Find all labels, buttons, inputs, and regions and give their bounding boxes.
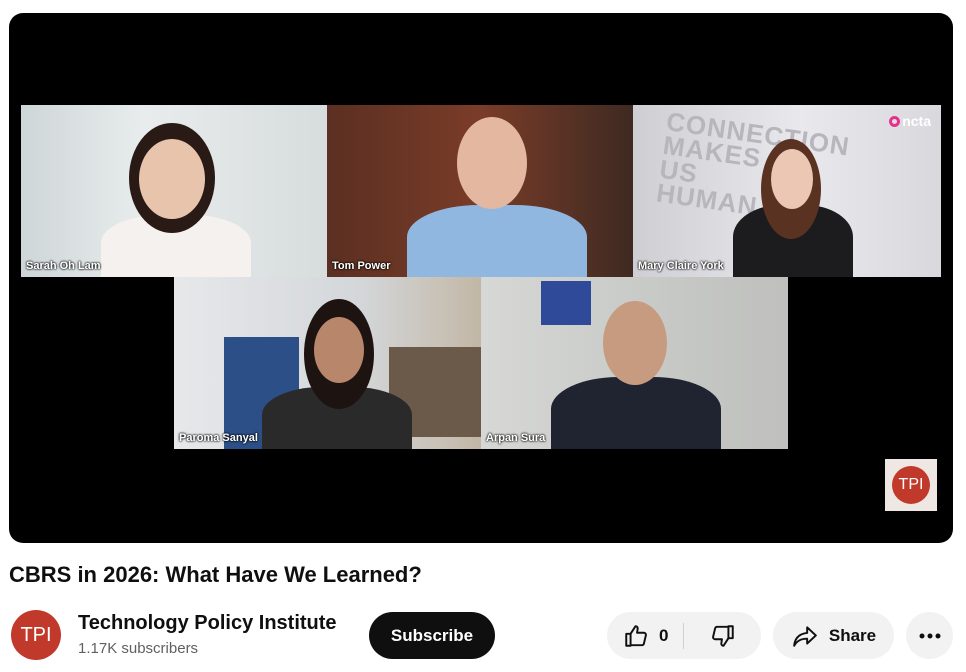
participant-name-label: Paroma Sanyal [179,432,258,444]
participant-tile-paroma-sanyal: Paroma Sanyal [174,277,481,449]
participant-face [771,149,813,209]
participant-tile-tom-power: Tom Power [327,105,633,277]
share-label: Share [828,625,877,645]
channel-avatar[interactable]: TPI [11,610,61,660]
ncta-logo: ncta [889,113,931,129]
participant-name-label: Mary Claire York [638,260,724,272]
participant-face [457,117,527,209]
like-dislike-group: 0 [607,612,761,659]
share-button[interactable]: Share [773,612,894,659]
participant-face [314,317,364,383]
thumbs-up-icon [623,623,649,649]
subscriber-count: 1.17K subscribers [78,640,199,657]
participant-figure [551,377,721,449]
video-title: CBRS in 2026: What Have We Learned? [9,562,422,587]
ncta-logo-text: ncta [902,113,931,129]
ncta-mark-icon [889,115,901,127]
video-player[interactable]: Sarah Oh Lam Tom Power CONNECTION MAKES … [9,13,953,543]
participant-tile-mary-claire-york: CONNECTION MAKES US HUMAN ncta Mary Clai… [633,105,941,277]
participant-face [139,139,205,219]
dislike-button[interactable] [684,612,761,659]
participant-name-label: Tom Power [332,260,391,272]
more-icon [919,633,941,639]
like-count: 0 [659,625,669,645]
participant-name-label: Arpan Sura [486,432,546,444]
participant-face [603,301,667,385]
subscribe-button[interactable]: Subscribe [369,612,495,659]
tpi-watermark-logo: TPI [892,466,930,504]
tpi-watermark: TPI [885,459,937,511]
more-actions-button[interactable] [906,612,953,659]
share-icon [791,623,819,649]
thumbs-down-icon [710,623,736,649]
channel-name[interactable]: Technology Policy Institute [78,612,337,635]
participant-tile-arpan-sura: Arpan Sura [481,277,788,449]
wall-art [541,281,591,325]
participant-name-label: Sarah Oh Lam [26,260,101,272]
participant-figure [407,205,587,277]
participant-tile-sarah-oh-lam: Sarah Oh Lam [21,105,327,277]
like-button[interactable]: 0 [607,612,683,659]
